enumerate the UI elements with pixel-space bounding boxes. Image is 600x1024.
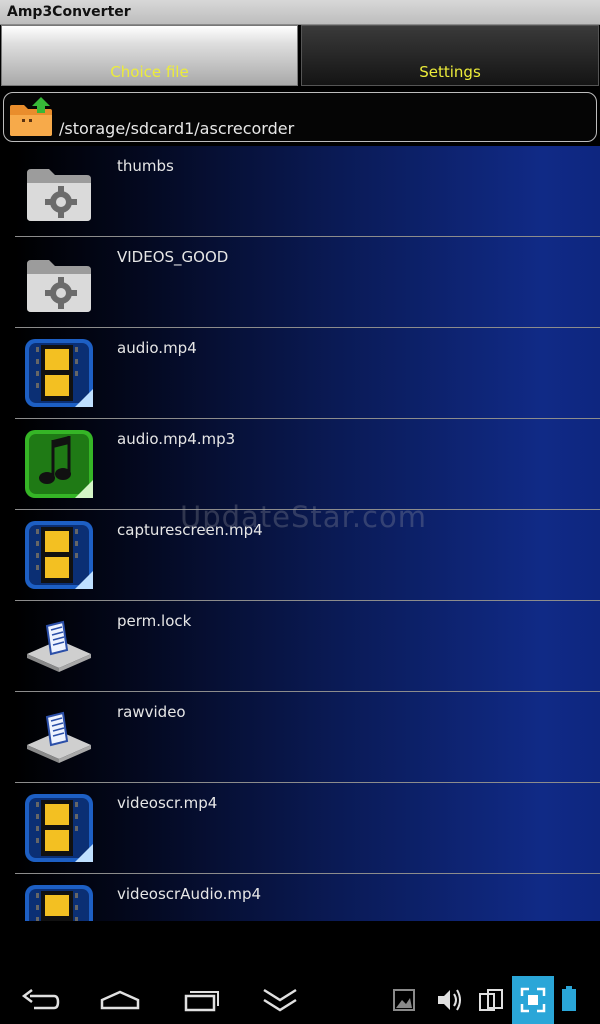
battery-icon <box>562 986 576 1011</box>
file-name: videoscrAudio.mp4 <box>117 885 262 903</box>
list-item[interactable]: audio.mp4.mp3 <box>15 419 600 509</box>
file-name: capturescreen.mp4 <box>117 521 263 539</box>
home-icon[interactable] <box>98 976 142 1024</box>
folder-up-icon[interactable] <box>8 97 54 137</box>
navigation-bar <box>0 976 600 1024</box>
app-title: Amp3Converter <box>7 4 131 20</box>
file-name: rawvideo <box>117 703 186 721</box>
hide-keyboard-icon[interactable] <box>258 976 302 1024</box>
screen-rotate-icon[interactable] <box>476 976 506 1024</box>
file-list: thumbs VIDEOS_GOOD audio.mp4 audio.mp4.m… <box>15 146 600 921</box>
gallery-icon[interactable] <box>390 976 418 1024</box>
file-name: audio.mp4.mp3 <box>117 430 236 448</box>
list-item[interactable]: rawvideo <box>15 692 600 782</box>
list-item[interactable]: VIDEOS_GOOD <box>15 237 600 327</box>
video-file-icon <box>25 339 93 407</box>
video-file-icon <box>25 794 93 862</box>
volume-icon[interactable] <box>434 976 464 1024</box>
tab-choice-file[interactable]: Choice file <box>1 25 298 86</box>
file-name: videoscr.mp4 <box>117 794 218 812</box>
list-item[interactable]: videoscr.mp4 <box>15 783 600 873</box>
tab-settings[interactable]: Settings <box>301 25 599 86</box>
document-file-icon <box>27 711 91 763</box>
list-item[interactable]: perm.lock <box>15 601 600 691</box>
recent-apps-icon[interactable] <box>180 976 224 1024</box>
fullscreen-icon <box>520 987 546 1013</box>
file-name: thumbs <box>117 157 174 175</box>
tab-bar: Choice file Settings <box>0 25 600 87</box>
folder-gear-icon <box>27 169 91 221</box>
file-name: perm.lock <box>117 612 192 630</box>
path-bar: /storage/sdcard1/ascrecorder <box>3 92 597 142</box>
video-file-icon <box>25 521 93 589</box>
tab-settings-label: Settings <box>419 63 481 81</box>
back-icon[interactable] <box>18 976 62 1024</box>
title-bar: Amp3Converter <box>0 0 600 25</box>
list-item[interactable]: capturescreen.mp4 <box>15 510 600 600</box>
folder-gear-icon <box>27 260 91 312</box>
fullscreen-button[interactable] <box>512 976 554 1024</box>
tab-choice-file-label: Choice file <box>110 63 189 81</box>
list-item[interactable]: videoscrAudio.mp4 <box>15 874 600 921</box>
list-item[interactable]: audio.mp4 <box>15 328 600 418</box>
video-file-icon <box>25 885 93 921</box>
current-path: /storage/sdcard1/ascrecorder <box>59 119 295 138</box>
file-name: VIDEOS_GOOD <box>117 248 229 266</box>
list-item[interactable]: thumbs <box>15 146 600 236</box>
document-file-icon <box>27 620 91 672</box>
music-file-icon <box>25 430 93 498</box>
file-name: audio.mp4 <box>117 339 197 357</box>
